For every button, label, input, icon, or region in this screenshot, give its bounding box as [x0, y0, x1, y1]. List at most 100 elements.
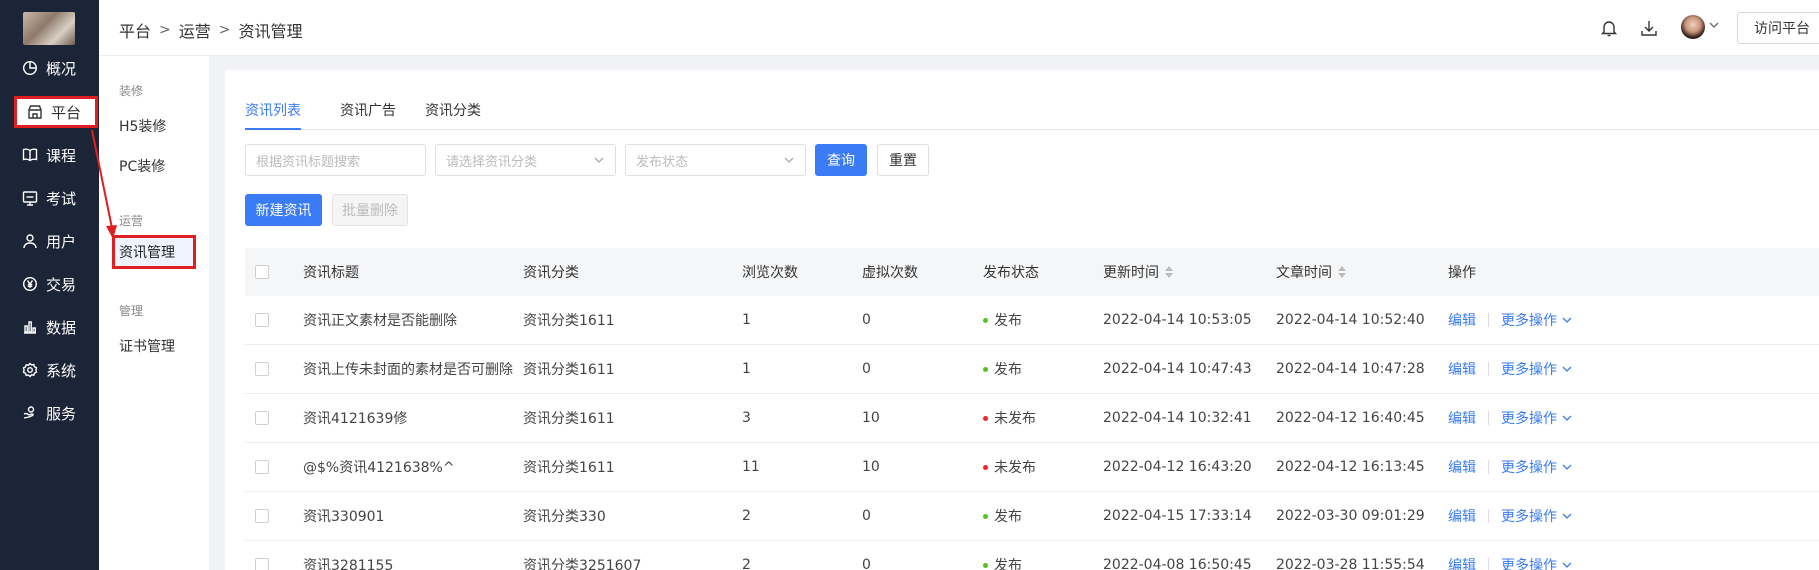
status-label: 发布: [994, 558, 1022, 570]
user-icon: [22, 233, 38, 249]
more-actions-link[interactable]: 更多操作: [1501, 506, 1557, 526]
table-row: 资讯上传未封面的素材是否可删除 资讯分类1611 1 0 发布 2022-04-14 10…: [245, 345, 1819, 394]
chevron-down-icon[interactable]: [1561, 314, 1573, 326]
logo[interactable]: [23, 12, 75, 45]
status-select[interactable]: 发布状态: [625, 144, 806, 176]
row-checkbox[interactable]: [255, 313, 269, 327]
more-actions-link[interactable]: 更多操作: [1501, 408, 1557, 428]
col-updated[interactable]: 更新时间: [1103, 248, 1173, 296]
status-label: 未发布: [994, 460, 1036, 476]
status-label: 发布: [994, 362, 1022, 378]
table-row: 资讯330901 资讯分类330 2 0 发布 2022-04-15 17:33:14 20…: [245, 492, 1819, 541]
cell-category: 资讯分类1611: [523, 362, 615, 378]
tab-news-list[interactable]: 资讯列表: [245, 100, 301, 130]
service-icon: [22, 405, 38, 421]
cell-article-time: 2022-04-12 16:40:45: [1276, 410, 1425, 426]
nav-label: 课程: [46, 146, 77, 165]
cell-article-time: 2022-04-12 16:13:45: [1276, 459, 1425, 475]
cell-views: 2: [742, 557, 751, 570]
cell-virtual: 10: [862, 459, 880, 475]
row-checkbox[interactable]: [255, 362, 269, 376]
nav-item-service[interactable]: 服务: [0, 393, 99, 433]
chevron-down-icon[interactable]: [1561, 461, 1573, 473]
edit-link[interactable]: 编辑: [1448, 457, 1476, 477]
breadcrumb-item[interactable]: 平台: [119, 18, 151, 42]
nav-label: 服务: [46, 404, 77, 423]
category-select[interactable]: 请选择资讯分类: [435, 144, 616, 176]
new-news-button[interactable]: 新建资讯: [245, 194, 322, 226]
nav-item-platform[interactable]: 平台: [14, 96, 98, 128]
cell-actions: 编辑 更多操作: [1448, 296, 1573, 344]
cell-actions: 编辑 更多操作: [1448, 492, 1573, 540]
batch-delete-button[interactable]: 批量删除: [332, 194, 408, 226]
chevron-down-icon[interactable]: [1708, 19, 1720, 31]
chevron-down-icon[interactable]: [1561, 412, 1573, 424]
cell-updated: 2022-04-14 10:47:43: [1103, 361, 1252, 377]
edit-link[interactable]: 编辑: [1448, 506, 1476, 526]
sort-icon[interactable]: [1165, 266, 1173, 278]
submenu-item-certificate[interactable]: 证书管理: [119, 336, 175, 356]
edit-link[interactable]: 编辑: [1448, 555, 1476, 570]
chevron-down-icon[interactable]: [1561, 559, 1573, 570]
edit-link[interactable]: 编辑: [1448, 408, 1476, 428]
cell-status: 未发布: [983, 443, 1036, 491]
more-actions-link[interactable]: 更多操作: [1501, 555, 1557, 570]
download-icon[interactable]: [1639, 18, 1659, 38]
cell-title: 资讯4121639修: [303, 411, 408, 427]
status-dot: [983, 317, 988, 323]
tab-news-categories[interactable]: 资讯分类: [425, 100, 481, 130]
nav-item-system[interactable]: 系统: [0, 350, 99, 390]
sort-icon[interactable]: [1338, 266, 1346, 278]
status-dot: [983, 366, 988, 372]
bell-icon[interactable]: [1599, 18, 1619, 38]
table-row: 资讯3281155 资讯分类3251607 2 0 发布 2022-04-08 16:50…: [245, 541, 1819, 570]
row-checkbox[interactable]: [255, 411, 269, 425]
reset-button[interactable]: 重置: [877, 144, 929, 176]
sub-menu: 装修 H5装修 PC装修 运营 管理 证书管理: [99, 0, 209, 570]
chevron-down-icon[interactable]: [1561, 363, 1573, 375]
col-article-time[interactable]: 文章时间: [1276, 248, 1346, 296]
search-input[interactable]: 根据资讯标题搜索: [245, 144, 426, 176]
cell-category: 资讯分类1611: [523, 313, 615, 329]
edit-link[interactable]: 编辑: [1448, 310, 1476, 330]
row-checkbox[interactable]: [255, 509, 269, 523]
select-all-checkbox[interactable]: [255, 265, 269, 279]
edit-link[interactable]: 编辑: [1448, 359, 1476, 379]
visit-platform-button[interactable]: 访问平台: [1737, 12, 1819, 44]
cell-title: 资讯上传未封面的素材是否可删除: [303, 362, 513, 378]
submenu-item-h5[interactable]: H5装修: [119, 116, 166, 136]
cell-views: 11: [742, 459, 760, 475]
top-header: 平台 > 运营 > 资讯管理 访问平台: [99, 0, 1819, 56]
nav-item-exam[interactable]: 考试: [0, 178, 99, 218]
row-checkbox[interactable]: [255, 558, 269, 570]
status-label: 发布: [994, 509, 1022, 525]
avatar[interactable]: [1681, 15, 1705, 39]
submenu-item-pc[interactable]: PC装修: [119, 156, 165, 176]
submenu-item-news[interactable]: 资讯管理: [112, 235, 196, 269]
cell-updated: 2022-04-15 17:33:14: [1103, 508, 1252, 524]
nav-item-courses[interactable]: 课程: [0, 135, 99, 175]
store-icon: [27, 104, 43, 120]
query-button[interactable]: 查询: [815, 144, 867, 176]
chevron-right-icon: >: [218, 22, 231, 38]
nav-item-users[interactable]: 用户: [0, 221, 99, 261]
search-placeholder: 根据资讯标题搜索: [256, 154, 361, 170]
yen-icon: [22, 276, 38, 292]
col-article-time-label: 文章时间: [1276, 265, 1332, 281]
nav-item-data[interactable]: 数据: [0, 307, 99, 347]
more-actions-link[interactable]: 更多操作: [1501, 457, 1557, 477]
breadcrumb-item[interactable]: 运营: [179, 18, 211, 42]
nav-item-overview[interactable]: 概况: [0, 48, 99, 88]
tab-news-ads[interactable]: 资讯广告: [340, 100, 396, 130]
cell-article-time: 2022-03-28 11:55:54: [1276, 557, 1425, 570]
chevron-down-icon[interactable]: [1561, 510, 1573, 522]
more-actions-link[interactable]: 更多操作: [1501, 310, 1557, 330]
main-nav: 概况 平台 课程 考试 用户 交易 数据 系统 服务: [0, 0, 99, 570]
nav-item-trade[interactable]: 交易: [0, 264, 99, 304]
more-actions-link[interactable]: 更多操作: [1501, 359, 1557, 379]
row-checkbox[interactable]: [255, 460, 269, 474]
status-dot: [983, 562, 988, 568]
cell-updated: 2022-04-14 10:53:05: [1103, 312, 1252, 328]
cell-views: 3: [742, 410, 751, 426]
cell-title: 资讯3281155: [303, 558, 394, 570]
